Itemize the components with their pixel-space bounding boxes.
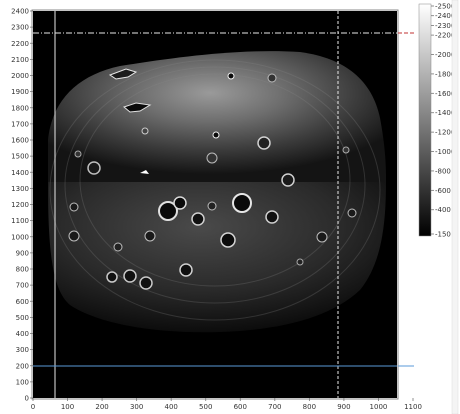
colorbar-tick-label: -800: [435, 167, 451, 175]
x-tick-label: 400: [164, 403, 177, 411]
y-tick-label: 0: [25, 395, 29, 403]
y-tick-label: 800: [16, 266, 29, 274]
colorbar-scale[interactable]: [418, 3, 432, 237]
y-tick-label: 1400: [11, 169, 29, 177]
x-tick-label: 700: [268, 403, 281, 411]
y-tick-label: 2300: [11, 24, 29, 32]
x-tick-label: 600: [234, 403, 247, 411]
sample-image: [48, 51, 386, 333]
x-axis: 0 100 200 300 400 500 600 700 800 900 1000 1100: [31, 398, 422, 411]
x-tick-label: 1000: [370, 403, 388, 411]
y-tick-label: 500: [16, 314, 29, 322]
y-tick-label: 700: [16, 282, 29, 290]
y-tick-label: 1200: [11, 201, 29, 209]
y-tick-label: 1300: [11, 185, 29, 193]
x-tick-label: 0: [31, 403, 35, 411]
y-tick-label: 1500: [11, 153, 29, 161]
y-tick-label: 300: [16, 346, 29, 354]
y-tick-label: 1800: [11, 104, 29, 112]
colorbar-ticks: -150-400-600-800-1000-1200-1400-1600-180…: [431, 3, 455, 239]
colorbar: -150-400-600-800-1000-1200-1400-1600-180…: [418, 3, 455, 239]
y-axis: 0 100 200 300 400 500 600 700 800 900 1000 1100 1200…: [11, 8, 33, 403]
y-tick-label: 2200: [11, 40, 29, 48]
heatmap-plot: 0100200300400500600700800900100011001200…: [11, 0, 459, 414]
x-tick-label: 500: [199, 403, 212, 411]
x-tick-label: 100: [61, 403, 74, 411]
x-tick-label: 300: [130, 403, 143, 411]
y-tick-label: 100: [16, 378, 29, 386]
y-tick-label: 1900: [11, 88, 29, 96]
x-tick-label: 200: [95, 403, 108, 411]
y-tick-label: 200: [16, 362, 29, 370]
right-scrollbar[interactable]: [451, 0, 459, 414]
y-tick-label: 1600: [11, 137, 29, 145]
colorbar-tick-label: -150: [435, 231, 451, 239]
y-tick-label: 2100: [11, 56, 29, 64]
y-tick-label: 1000: [11, 233, 29, 241]
y-tick-label: 400: [16, 330, 29, 338]
y-tick-label: 2400: [11, 8, 29, 16]
y-tick-label: 1700: [11, 120, 29, 128]
y-tick-label: 2000: [11, 72, 29, 80]
y-tick-label: 900: [16, 249, 29, 257]
colorbar-tick-label: -600: [435, 187, 451, 195]
y-tick-label: 1100: [11, 217, 29, 225]
x-tick-label: 900: [337, 403, 350, 411]
y-tick-label: 600: [16, 298, 29, 306]
x-tick-label: 800: [303, 403, 316, 411]
x-tick-label: 1100: [404, 403, 422, 411]
colorbar-tick-label: -400: [435, 206, 451, 214]
